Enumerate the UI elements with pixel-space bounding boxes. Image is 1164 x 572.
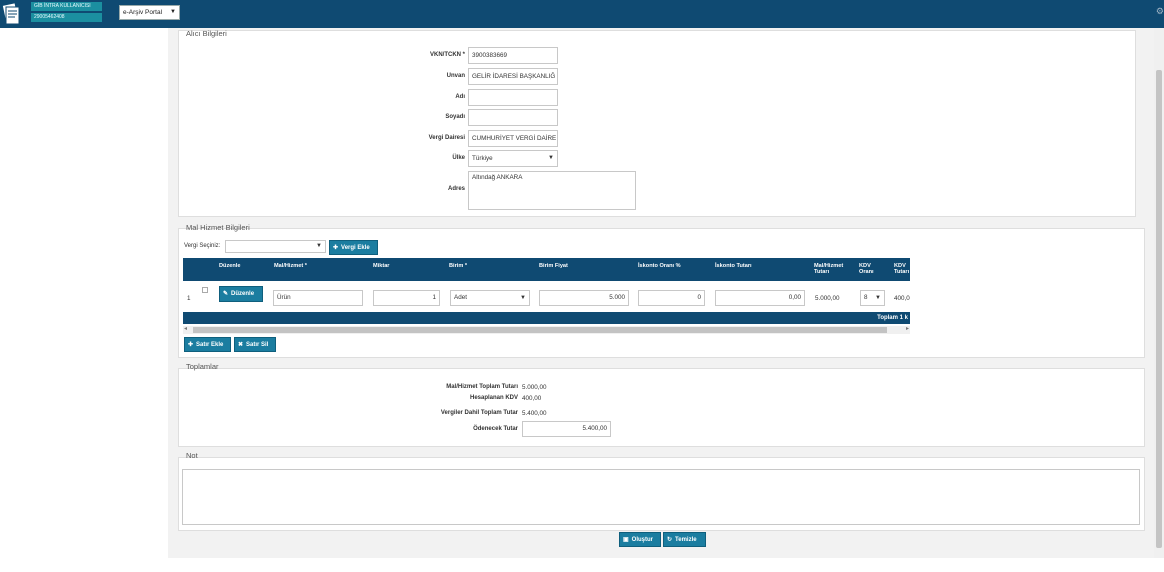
olustur-button[interactable]: ▣ Oluştur bbox=[619, 532, 661, 547]
adres-textarea[interactable]: Altındağ ANKARA bbox=[468, 171, 636, 210]
mal-hizmet-toplam-label: Mal/Hizmet Toplam Tutarı bbox=[446, 384, 518, 390]
save-icon: ▣ bbox=[623, 537, 629, 543]
settings-gear-icon[interactable]: ⚙ bbox=[1156, 6, 1164, 17]
not-textarea[interactable] bbox=[182, 469, 1140, 525]
adi-input[interactable] bbox=[468, 89, 558, 106]
satir-ekle-label: Satır Ekle bbox=[196, 342, 224, 348]
pencil-icon: ✎ bbox=[223, 291, 229, 297]
chevron-down-icon: ▼ bbox=[520, 295, 526, 301]
row-iskonto-tutari-input[interactable]: 0,00 bbox=[715, 290, 805, 306]
soyadi-label: Soyadı bbox=[445, 114, 465, 120]
ulke-select[interactable]: Türkiye ▼ bbox=[468, 150, 558, 167]
chevron-down-icon: ▼ bbox=[316, 243, 322, 249]
page-scrollbar-thumb[interactable] bbox=[1156, 70, 1162, 548]
portal-select-value: e-Arşiv Portal bbox=[123, 9, 163, 16]
col-birim-fiyat: Birim Fiyat bbox=[539, 263, 568, 269]
not-title: Not bbox=[186, 451, 198, 460]
vkn-input[interactable]: 3900383669 bbox=[468, 47, 558, 64]
plus-icon: ✚ bbox=[333, 245, 339, 251]
temizle-button[interactable]: ↻ Temizle bbox=[663, 532, 706, 547]
row-mal-hizmet-tutari: 5.000,00 bbox=[815, 295, 840, 302]
row-checkbox[interactable] bbox=[202, 287, 208, 293]
row-birim-select[interactable]: Adet ▼ bbox=[450, 290, 530, 306]
document-logo-icon bbox=[1, 2, 20, 25]
row-kdv-orani-value: 8 bbox=[864, 294, 868, 301]
vergi-dairesi-label: Vergi Dairesi bbox=[428, 135, 465, 141]
delete-icon: ✖ bbox=[238, 342, 244, 348]
odenecek-input[interactable]: 5.400,00 bbox=[522, 421, 611, 437]
alici-bilgileri-title: Alıcı Bilgileri bbox=[186, 29, 227, 38]
items-grid-header: Düzenle Mal/Hizmet * Miktar Birim * Biri… bbox=[183, 258, 910, 281]
row-iskonto-orani-input[interactable]: 0 bbox=[638, 290, 705, 306]
row-kdv-tutari: 400,0 bbox=[894, 295, 910, 302]
row-duzenle-button[interactable]: ✎ Düzenle bbox=[219, 286, 263, 302]
chevron-down-icon: ▼ bbox=[548, 155, 554, 161]
vergi-ekle-button[interactable]: ✚ Vergi Ekle bbox=[329, 240, 378, 255]
soyadi-input[interactable] bbox=[468, 109, 558, 126]
row-birim-value: Adet bbox=[454, 294, 467, 301]
vergiler-dahil-value: 5.400,00 bbox=[522, 410, 547, 417]
mal-hizmet-toplam-value: 5.000,00 bbox=[522, 384, 547, 391]
col-mal-hizmet-tutari: Mal/Hizmet Tutarı bbox=[814, 263, 844, 275]
hesaplanan-kdv-value: 400,00 bbox=[522, 395, 542, 402]
grid-scrollbar-thumb[interactable] bbox=[193, 327, 887, 333]
adres-label: Adres bbox=[447, 186, 465, 192]
satir-sil-button[interactable]: ✖ Satır Sil bbox=[234, 337, 276, 352]
satir-ekle-button[interactable]: ✚ Satır Ekle bbox=[184, 337, 231, 352]
col-duzenle: Düzenle bbox=[219, 263, 241, 269]
vkn-label: VKN/TCKN * bbox=[429, 52, 465, 58]
mal-hizmet-title: Mal Hizmet Bilgileri bbox=[186, 223, 250, 232]
olustur-label: Oluştur bbox=[631, 537, 654, 543]
odenecek-label: Ödenecek Tutar bbox=[473, 426, 518, 432]
row-birim-fiyat-input[interactable]: 5.000 bbox=[539, 290, 629, 306]
col-miktar: Miktar bbox=[373, 263, 390, 269]
col-kdv-orani: KDV Oranı bbox=[859, 263, 874, 275]
vergi-ekle-label: Vergi Ekle bbox=[341, 245, 370, 251]
row-duzenle-label: Düzenle bbox=[231, 291, 255, 297]
top-bar: GİB İNTRA KULLANICISI 29005462408 e-Arşi… bbox=[0, 0, 1164, 28]
grid-footer-text: Toplam 1 k bbox=[877, 315, 908, 321]
col-birim: Birim * bbox=[449, 263, 468, 269]
satir-sil-label: Satır Sil bbox=[246, 342, 269, 348]
toplamlar-panel bbox=[178, 368, 1145, 447]
col-mal-hizmet: Mal/Hizmet * bbox=[274, 263, 307, 269]
user-id-badge: 29005462408 bbox=[31, 13, 102, 22]
adi-label: Adı bbox=[455, 94, 465, 100]
grid-footer: Toplam 1 k bbox=[183, 312, 910, 324]
plus-icon: ✚ bbox=[188, 342, 194, 348]
refresh-icon: ↻ bbox=[667, 537, 673, 543]
alici-bilgileri-panel bbox=[178, 30, 1136, 217]
chevron-down-icon: ▼ bbox=[170, 9, 176, 15]
hesaplanan-kdv-label: Hesaplanan KDV bbox=[469, 395, 518, 401]
scroll-right-icon[interactable]: ▸ bbox=[906, 325, 909, 332]
col-kdv-tutari: KDV Tutarı bbox=[894, 263, 910, 275]
ulke-label: Ülke bbox=[452, 155, 465, 161]
portal-select[interactable]: e-Arşiv Portal ▼ bbox=[119, 5, 180, 20]
col-iskonto-tutari: İskonto Tutarı bbox=[715, 263, 752, 269]
ulke-select-value: Türkiye bbox=[472, 155, 493, 162]
scroll-left-icon[interactable]: ◂ bbox=[184, 325, 187, 332]
row-index: 1 bbox=[187, 295, 191, 302]
unvan-input[interactable]: GELİR İDARESİ BAŞKANLIĞ bbox=[468, 68, 558, 85]
row-kdv-orani-select[interactable]: 8 ▼ bbox=[860, 290, 885, 306]
temizle-label: Temizle bbox=[675, 537, 697, 543]
toplamlar-title: Toplamlar bbox=[186, 362, 219, 371]
vergi-seciniz-label: Vergi Seçiniz: bbox=[184, 243, 221, 249]
row-mal-hizmet-input[interactable]: Ürün bbox=[273, 290, 363, 306]
user-type-badge: GİB İNTRA KULLANICISI bbox=[31, 2, 102, 11]
unvan-label: Unvan bbox=[446, 73, 465, 79]
chevron-down-icon: ▼ bbox=[875, 295, 881, 301]
vergi-seciniz-select[interactable]: ▼ bbox=[225, 240, 326, 253]
row-miktar-input[interactable]: 1 bbox=[373, 290, 440, 306]
col-iskonto-orani: İskonto Oranı % bbox=[638, 263, 681, 269]
vergi-dairesi-input[interactable]: CUMHURİYET VERGİ DAİRE bbox=[468, 130, 558, 147]
vergiler-dahil-label: Vergiler Dahil Toplam Tutar bbox=[440, 410, 518, 416]
